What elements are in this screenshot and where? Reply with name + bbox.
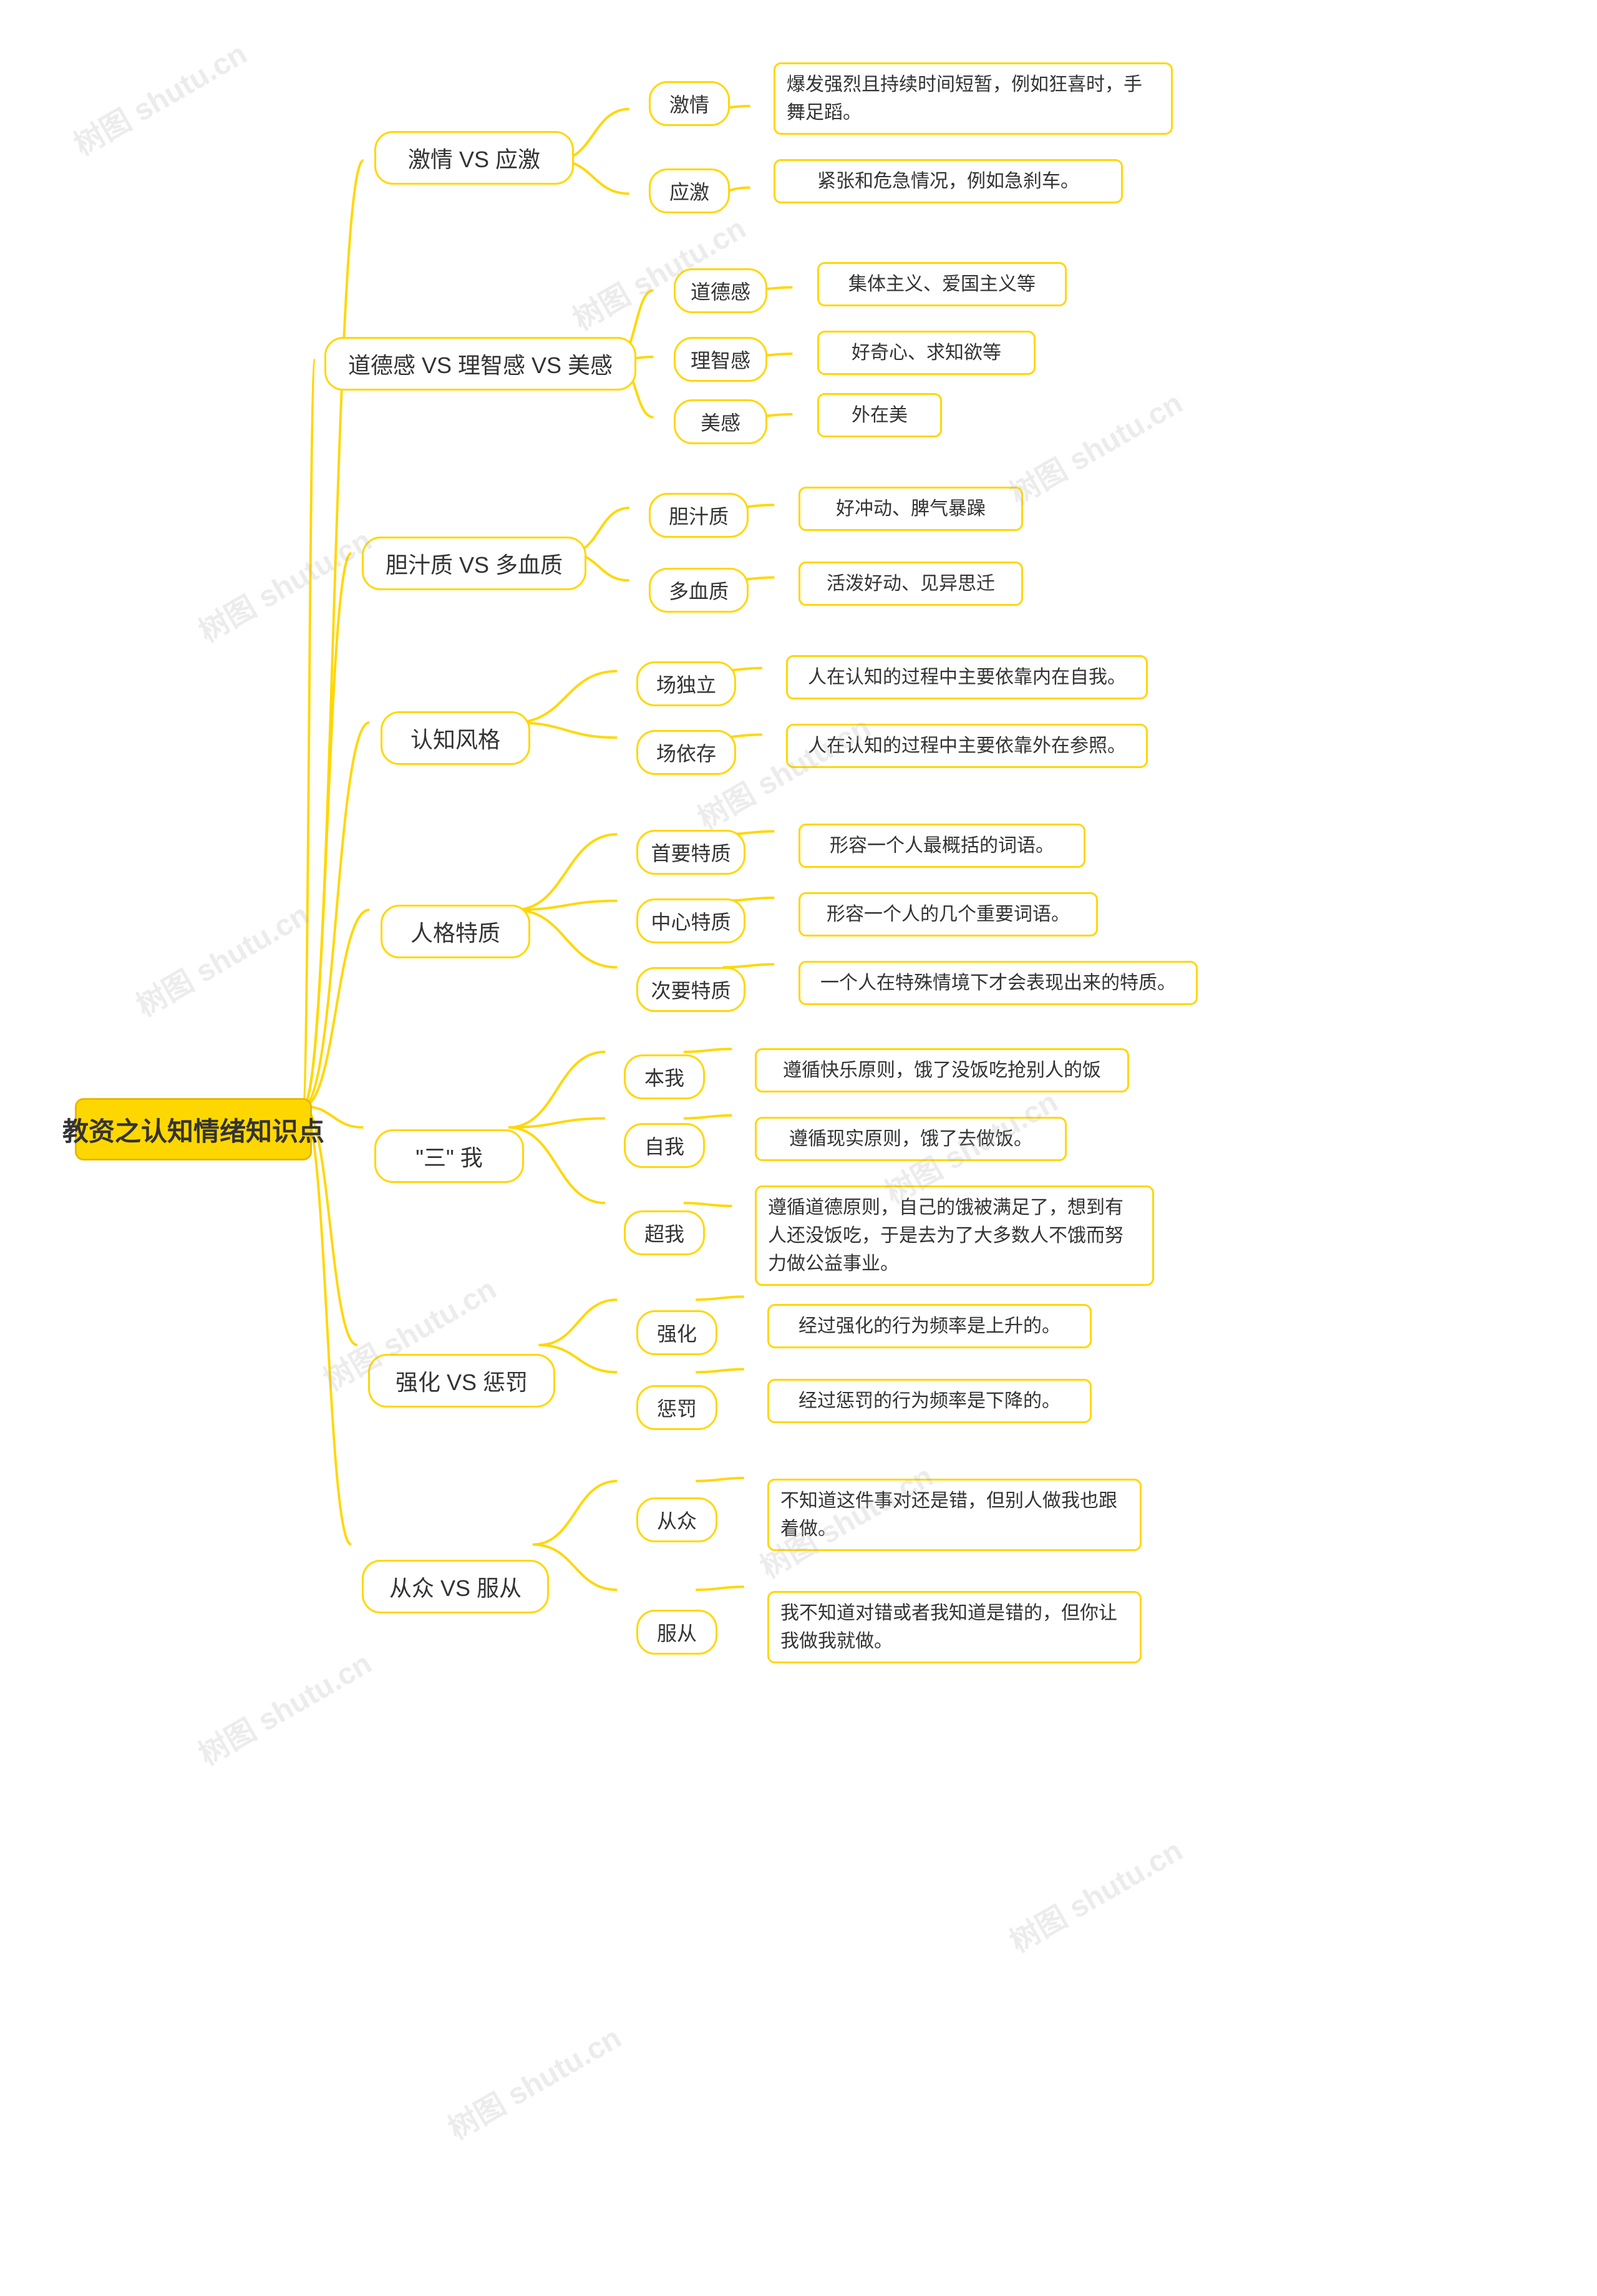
sec6-level1: 强化 VS 惩罚 bbox=[368, 1354, 555, 1408]
sec7-level3-0: 不知道这件事对还是错，但别人做我也跟着做。 bbox=[767, 1479, 1142, 1551]
root-node: 教资之认知情绪知识点 bbox=[75, 1098, 312, 1160]
sec1-level2-0: 道德感 bbox=[674, 268, 767, 313]
root-label: 教资之认知情绪知识点 bbox=[62, 1111, 324, 1149]
sec0-level3-0: 爆发强烈且持续时间短暂，例如狂喜时，手舞足蹈。 bbox=[774, 62, 1173, 135]
sec2-level3-1: 活泼好动、见异思迁 bbox=[798, 562, 1023, 606]
sec3-level3-0: 人在认知的过程中主要依靠内在自我。 bbox=[786, 655, 1148, 699]
sec1-level3-2: 外在美 bbox=[817, 393, 942, 437]
sec2-level2-0: 胆汁质 bbox=[649, 493, 749, 538]
sec7-level1: 从众 VS 服从 bbox=[362, 1560, 549, 1613]
sec5-level2-0: 本我 bbox=[624, 1054, 705, 1099]
sec7-level3-1: 我不知道对错或者我知道是错的，但你让我做我就做。 bbox=[767, 1591, 1142, 1663]
sec4-level3-1: 形容一个人的几个重要词语。 bbox=[798, 892, 1098, 936]
sec5-level3-1: 遵循现实原则，饿了去做饭。 bbox=[755, 1117, 1067, 1161]
sec4-level2-1: 中心特质 bbox=[636, 898, 745, 943]
main-container: 教资之认知情绪知识点 激情 VS 应激 激情爆发强烈且持续时间短暂，例如狂喜时，手… bbox=[0, 0, 1597, 2296]
sec0-level2-0: 激情 bbox=[649, 81, 730, 126]
sec4-level2-0: 首要特质 bbox=[636, 830, 745, 875]
sec3-level2-1: 场依存 bbox=[636, 730, 736, 775]
sec4-level2-2: 次要特质 bbox=[636, 967, 745, 1012]
sec2-level2-1: 多血质 bbox=[649, 568, 749, 613]
sec6-level2-1: 惩罚 bbox=[636, 1385, 717, 1430]
sec5-level2-1: 自我 bbox=[624, 1123, 705, 1168]
sec0-level1: 激情 VS 应激 bbox=[374, 131, 574, 185]
sec3-level2-0: 场独立 bbox=[636, 661, 736, 706]
sec7-level2-0: 从众 bbox=[636, 1497, 717, 1542]
sec4-level3-0: 形容一个人最概括的词语。 bbox=[798, 824, 1085, 868]
sec1-level3-0: 集体主义、爱国主义等 bbox=[817, 262, 1067, 306]
sec5-level3-2: 遵循道德原则，自己的饿被满足了，想到有人还没饭吃，于是去为了大多数人不饿而努力做… bbox=[755, 1185, 1154, 1286]
sec2-level1: 胆汁质 VS 多血质 bbox=[362, 537, 586, 590]
sec5-level1: "三" 我 bbox=[374, 1129, 524, 1183]
sec6-level3-1: 经过惩罚的行为频率是下降的。 bbox=[767, 1379, 1092, 1423]
sec1-level2-2: 美感 bbox=[674, 399, 767, 444]
sec1-level2-1: 理智感 bbox=[674, 337, 767, 382]
sec2-level3-0: 好冲动、脾气暴躁 bbox=[798, 487, 1023, 531]
sec0-level2-1: 应激 bbox=[649, 168, 730, 213]
sec6-level3-0: 经过强化的行为频率是上升的。 bbox=[767, 1304, 1092, 1348]
sec0-level3-1: 紧张和危急情况，例如急刹车。 bbox=[774, 159, 1123, 203]
mindmap: 教资之认知情绪知识点 激情 VS 应激 激情爆发强烈且持续时间短暂，例如狂喜时，手… bbox=[25, 25, 1572, 2271]
sec5-level2-2: 超我 bbox=[624, 1210, 705, 1255]
sec3-level1: 认知风格 bbox=[381, 711, 530, 765]
sec4-level1: 人格特质 bbox=[381, 905, 530, 958]
sec1-level3-1: 好奇心、求知欲等 bbox=[817, 331, 1036, 375]
sec7-level2-1: 服从 bbox=[636, 1610, 717, 1655]
sec3-level3-1: 人在认知的过程中主要依靠外在参照。 bbox=[786, 724, 1148, 768]
sec6-level2-0: 强化 bbox=[636, 1310, 717, 1355]
sec5-level3-0: 遵循快乐原则，饿了没饭吃抢别人的饭 bbox=[755, 1048, 1129, 1092]
sec1-level1: 道德感 VS 理智感 VS 美感 bbox=[324, 337, 636, 391]
sec4-level3-2: 一个人在特殊情境下才会表现出来的特质。 bbox=[798, 961, 1198, 1005]
